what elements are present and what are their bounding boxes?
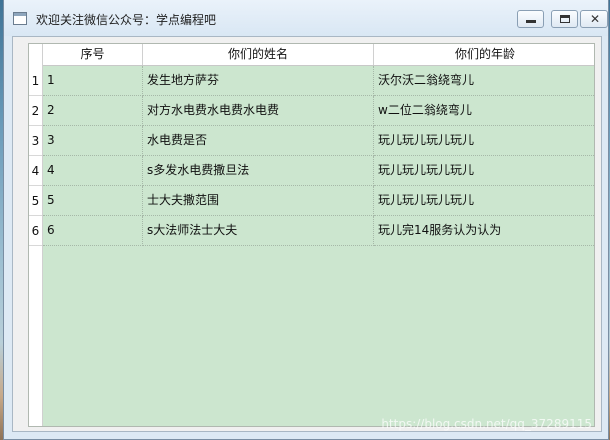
name-cell[interactable]: 士大夫撒范围 [143,186,374,216]
watermark-text: https://blog.csdn.net/qq_37289115 [381,417,592,431]
name-cell[interactable]: 对方水电费水电费水电费 [143,96,374,126]
index-cell[interactable]: 6 [43,216,143,246]
maximize-button[interactable] [551,10,578,28]
name-cell[interactable]: 发生地方萨芬 [143,66,374,96]
row-header-cell[interactable]: 4 [29,156,42,186]
table-row[interactable]: 4 s多发水电费撒旦法 玩儿玩儿玩儿玩儿 [43,156,594,186]
index-cell[interactable]: 5 [43,186,143,216]
age-cell[interactable]: 玩儿完14服务认为认为 [374,216,594,246]
name-cell[interactable]: s大法师法士大夫 [143,216,374,246]
age-cell[interactable]: 沃尔沃二翁绕弯儿 [374,66,594,96]
name-cell[interactable]: 水电费是否 [143,126,374,156]
row-header-cell[interactable]: 1 [29,66,42,96]
table-view[interactable]: 序号 你们的姓名 你们的年龄 123456 1 发生地方萨芬 沃尔沃二翁绕弯儿 2 对方… [28,43,595,427]
index-cell[interactable]: 4 [43,156,143,186]
column-header: 序号 你们的姓名 你们的年龄 [29,44,594,66]
close-icon: ✕ [590,12,601,26]
window-icon [13,12,27,25]
row-header-cell[interactable]: 6 [29,216,42,246]
client-area: 序号 你们的姓名 你们的年龄 123456 1 发生地方萨芬 沃尔沃二翁绕弯儿 2 对方… [12,36,602,432]
index-cell[interactable]: 2 [43,96,143,126]
index-cell[interactable]: 3 [43,126,143,156]
name-cell[interactable]: s多发水电费撒旦法 [143,156,374,186]
corner-button[interactable] [29,44,43,66]
minimize-icon [526,20,536,23]
table-row[interactable]: 1 发生地方萨芬 沃尔沃二翁绕弯儿 [43,66,594,96]
table-row[interactable]: 2 对方水电费水电费水电费 w二位二翁绕弯儿 [43,96,594,126]
table-row[interactable]: 6 s大法师法士大夫 玩儿完14服务认为认为 [43,216,594,246]
column-header-age[interactable]: 你们的年龄 [374,44,594,65]
column-header-index[interactable]: 序号 [43,44,143,65]
window-title: 欢迎关注微信公众号：学点编程吧 [36,13,217,27]
column-header-name[interactable]: 你们的姓名 [143,44,374,65]
age-cell[interactable]: 玩儿玩儿玩儿玩儿 [374,156,594,186]
close-button[interactable]: ✕ [580,10,608,28]
maximize-icon [560,15,570,23]
row-header: 123456 [29,66,43,426]
app-window: 欢迎关注微信公众号：学点编程吧 ✕ 序号 你们的姓名 你们的年龄 123456 … [3,0,609,440]
minimize-button[interactable] [517,10,544,28]
age-cell[interactable]: w二位二翁绕弯儿 [374,96,594,126]
table-row[interactable]: 5 士大夫撒范围 玩儿玩儿玩儿玩儿 [43,186,594,216]
row-header-cell[interactable]: 5 [29,186,42,216]
age-cell[interactable]: 玩儿玩儿玩儿玩儿 [374,126,594,156]
age-cell[interactable]: 玩儿玩儿玩儿玩儿 [374,186,594,216]
row-header-cell[interactable]: 3 [29,126,42,156]
title-bar[interactable]: 欢迎关注微信公众号：学点编程吧 ✕ [4,0,608,36]
table-row[interactable]: 3 水电费是否 玩儿玩儿玩儿玩儿 [43,126,594,156]
row-header-cell[interactable]: 2 [29,96,42,126]
index-cell[interactable]: 1 [43,66,143,96]
